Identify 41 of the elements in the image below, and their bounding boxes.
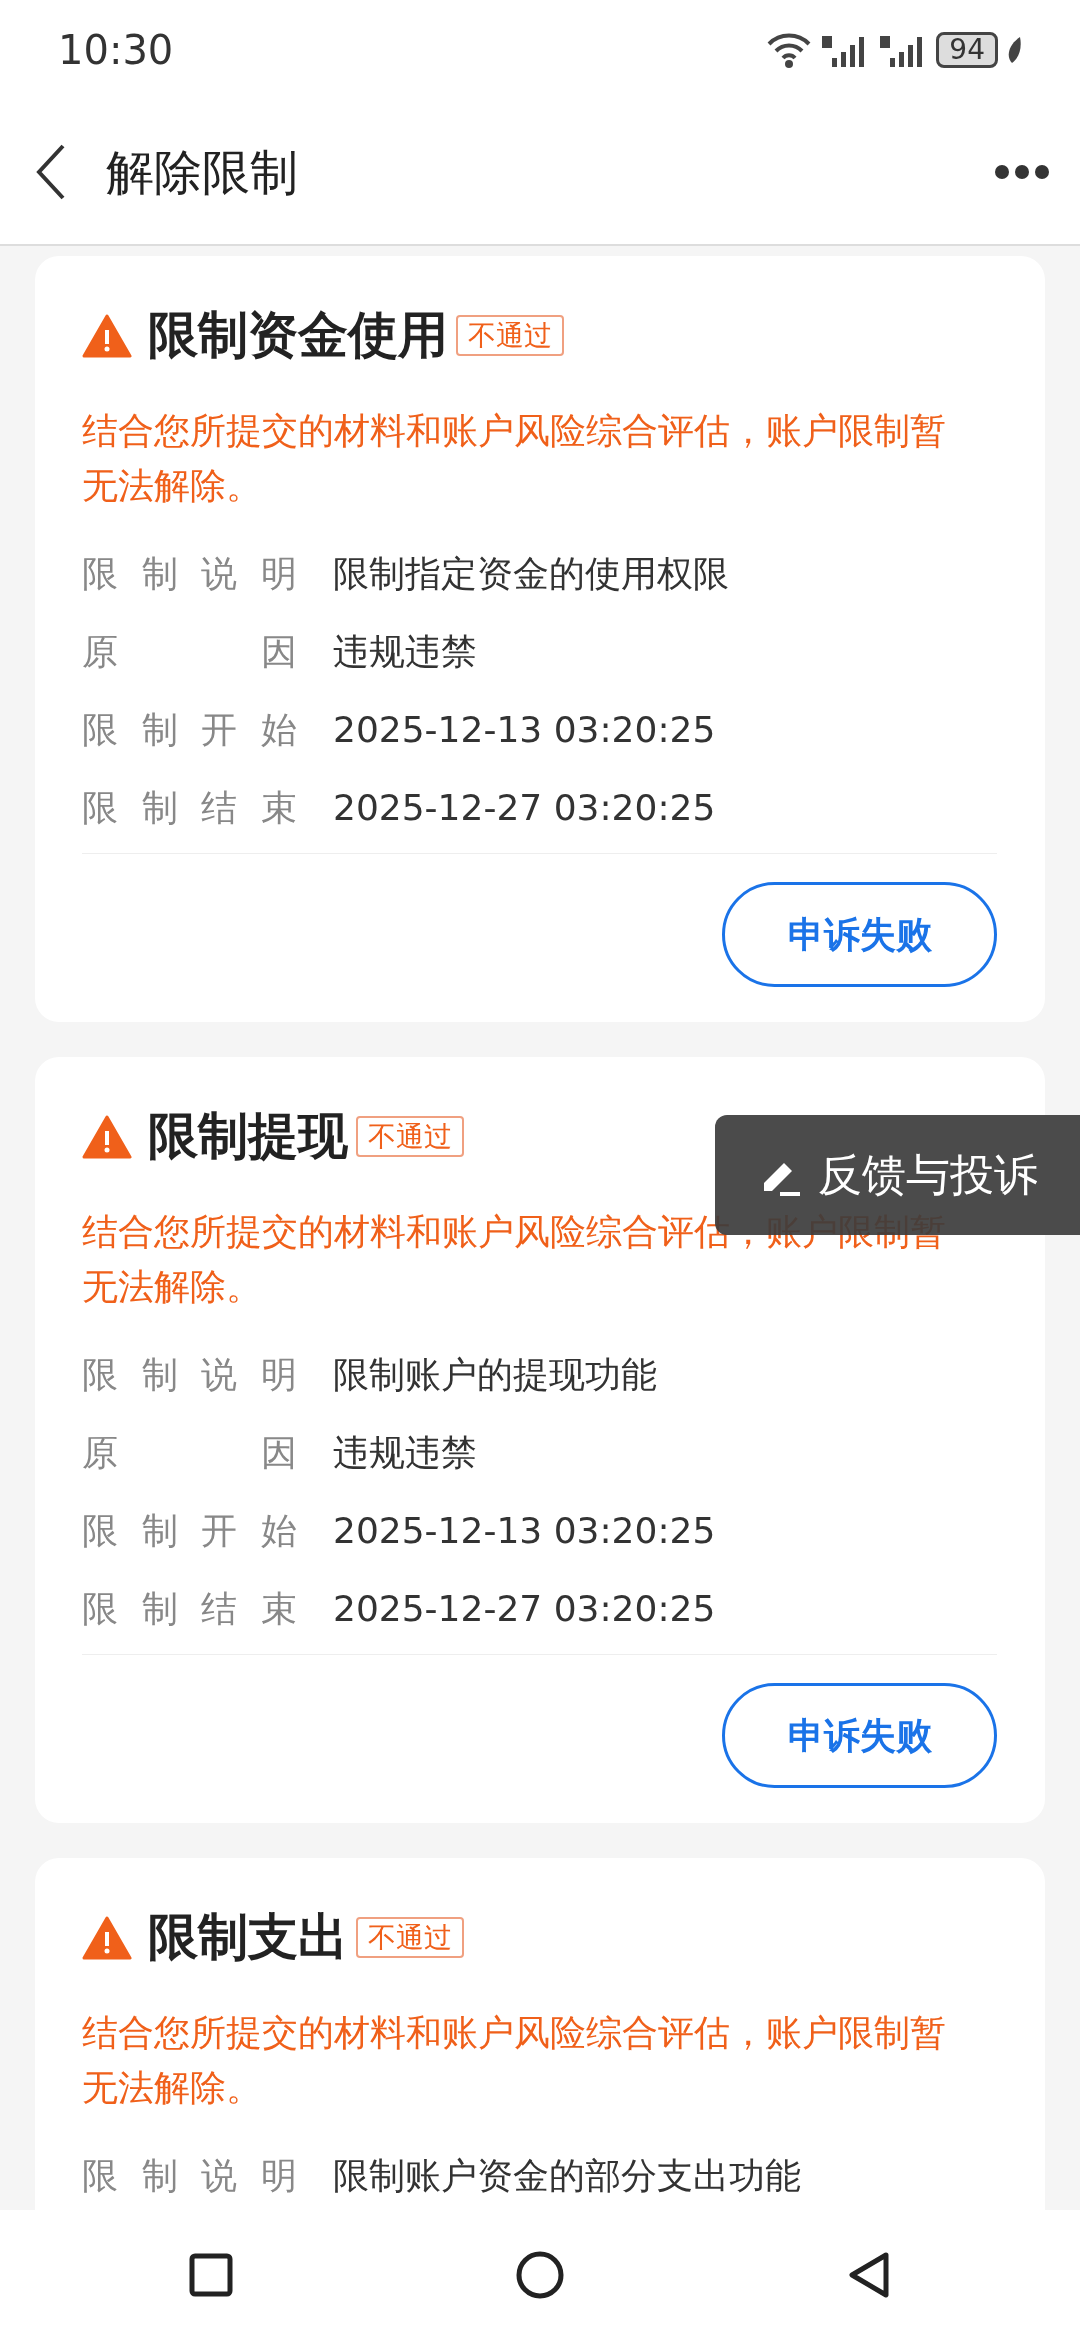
detail-label: 限制开始 [82, 1509, 297, 1553]
back-icon[interactable] [36, 144, 66, 200]
detail-value: 限制指定资金的使用权限 [333, 552, 729, 596]
warning-icon [82, 1915, 132, 1960]
detail-label: 原因 [82, 1431, 297, 1475]
detail-label: 限制说明 [82, 552, 297, 596]
leaf-icon [1006, 35, 1022, 65]
card-title: 限制支出 [148, 1907, 348, 1968]
detail-label: 限制说明 [82, 1353, 297, 1397]
home-icon[interactable] [516, 2251, 564, 2299]
card-title: 限制资金使用 [148, 305, 448, 366]
status-tag: 不通过 [356, 1115, 464, 1158]
detail-value: 限制账户资金的部分支出功能 [333, 2154, 801, 2198]
appeal-button[interactable]: 申诉失败 [722, 882, 997, 987]
detail-value: 2025-12-27 03:20:25 [333, 1587, 716, 1631]
page-title: 解除限制 [106, 143, 298, 202]
warning-icon [82, 1114, 132, 1159]
battery-level: 94 [936, 32, 998, 68]
recent-apps-icon[interactable] [189, 2253, 234, 2297]
status-time: 10:30 [58, 26, 174, 75]
appeal-button[interactable]: 申诉失败 [722, 1683, 997, 1788]
more-icon[interactable] [994, 164, 1050, 180]
back-icon[interactable] [846, 2251, 891, 2299]
status-tag: 不通过 [456, 314, 564, 357]
warning-icon [82, 313, 132, 358]
detail-value: 2025-12-13 03:20:25 [333, 1509, 716, 1553]
detail-label: 限制结束 [82, 1587, 297, 1631]
detail-label: 限制结束 [82, 786, 297, 830]
card-title: 限制提现 [148, 1106, 348, 1167]
warning-message: 结合您所提交的材料和账户风险综合评估，账户限制暂无法解除。 [82, 2011, 947, 2110]
detail-label: 限制开始 [82, 708, 297, 752]
detail-label: 原因 [82, 630, 297, 674]
detail-value: 2025-12-13 03:20:25 [333, 708, 716, 752]
wifi-icon [766, 32, 813, 68]
detail-value: 限制账户的提现功能 [333, 1353, 657, 1397]
detail-value: 违规违禁 [333, 1431, 477, 1475]
detail-label: 限制说明 [82, 2154, 297, 2198]
status-tag: 不通过 [356, 1916, 464, 1959]
detail-value: 违规违禁 [333, 630, 477, 674]
detail-value: 2025-12-27 03:20:25 [333, 786, 716, 830]
warning-message: 结合您所提交的材料和账户风险综合评估，账户限制暂无法解除。 [82, 409, 947, 508]
